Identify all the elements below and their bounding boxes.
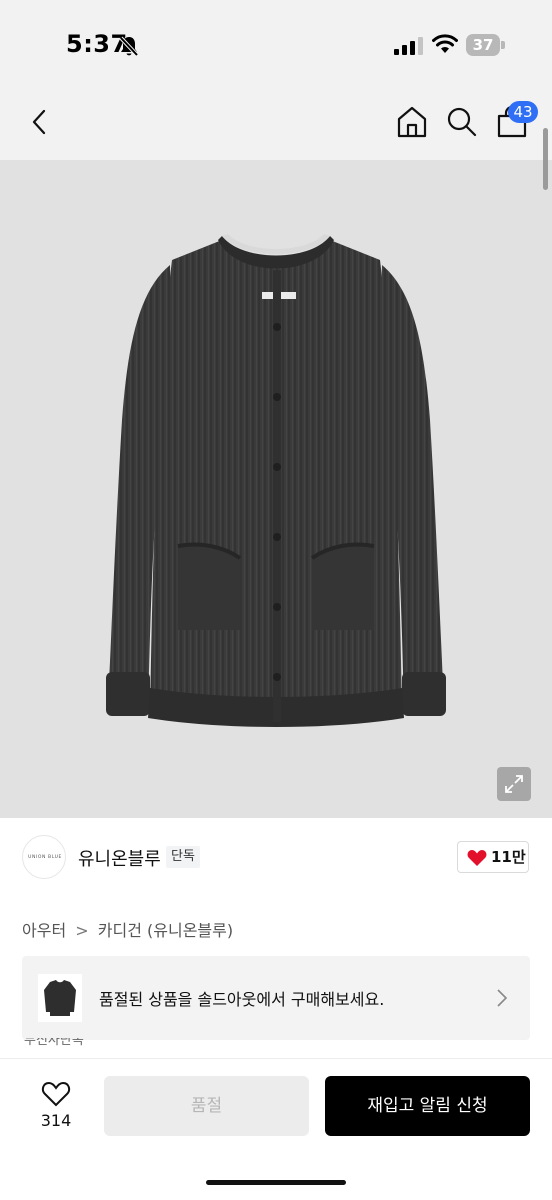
signal-icon [394,37,423,55]
product-image[interactable] [0,160,552,818]
category-breadcrumb: 아우터 > 카디건 (유니온블루) [22,918,233,944]
banner-text: 품절된 상품을 솔드아웃에서 구매해보세요. [99,990,385,1009]
battery-level: 37 [472,36,494,54]
home-icon[interactable] [394,104,430,140]
breadcrumb-subcategory[interactable]: 카디건 (유니온블루) [98,921,233,940]
exclusive-badge: 단독 [166,846,200,868]
wishlist-count: 314 [40,1111,72,1130]
heart-outline-icon [41,1081,71,1107]
chevron-left-icon[interactable] [24,104,56,140]
banner-thumbnail [38,974,82,1022]
expand-image-button[interactable] [497,767,531,801]
breadcrumb-category[interactable]: 아우터 [22,921,66,940]
soldout-button[interactable]: 품절 [104,1076,309,1136]
cart-count-badge: 43 [508,101,538,123]
like-button[interactable]: 11만 [457,841,529,873]
status-bar: 5:37 37 [0,0,552,90]
wishlist-button[interactable]: 314 [30,1075,82,1135]
top-nav-bar [0,90,552,160]
chevron-right-icon [497,989,508,1007]
brand-name-link[interactable]: 유니온블루 [78,845,161,871]
restock-alert-button[interactable]: 재입고 알림 신청 [325,1076,530,1136]
heart-filled-icon [467,850,487,866]
brand-logo-text: UNION BLUE [28,855,62,860]
sweater-thumbnail-icon [44,980,76,1016]
bell-slash-icon [119,36,139,57]
like-count: 11만 [491,848,526,866]
cardigan-photo [106,234,446,727]
partial-hidden-text: 무신사단독 [24,1038,84,1048]
expand-icon [505,775,523,793]
home-indicator [206,1180,346,1185]
battery-icon: 37 [466,34,506,56]
brand-logo[interactable]: UNION BLUE [22,835,66,879]
breadcrumb-separator: > [75,921,89,940]
soldout-promo-banner[interactable]: 품절된 상품을 솔드아웃에서 구매해보세요. [22,956,530,1040]
wifi-icon [432,34,458,53]
scroll-indicator[interactable] [543,128,548,190]
search-icon[interactable] [444,104,480,140]
